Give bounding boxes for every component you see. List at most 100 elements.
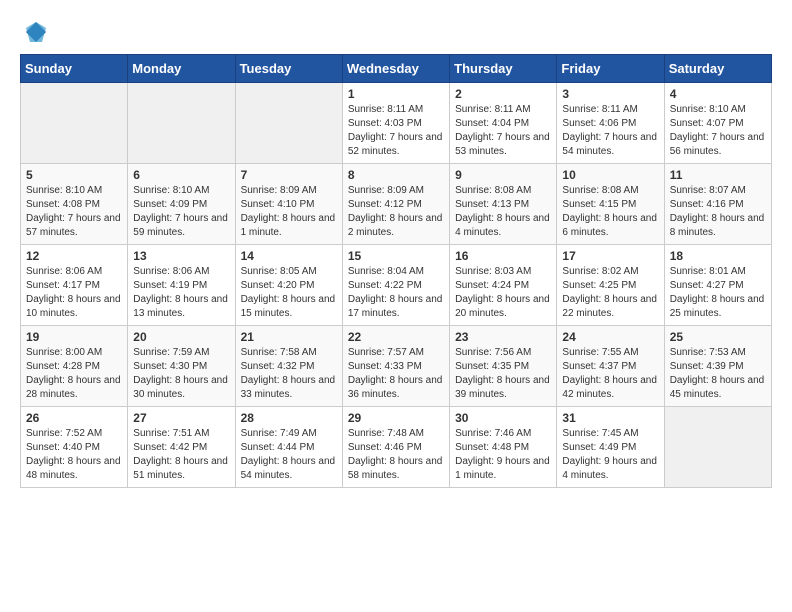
calendar-cell: 20Sunrise: 7:59 AM Sunset: 4:30 PM Dayli… — [128, 326, 235, 407]
calendar-week-row: 12 Sunrise: 8:06 AM Sunset: 4:17 PM Dayli… — [21, 245, 772, 326]
day-number: 27 — [133, 411, 229, 425]
calendar-cell: 11 Sunrise: 8:07 AM Sunset: 4:16 PM Dayli… — [664, 164, 771, 245]
day-number: 6 — [133, 168, 229, 182]
day-info: Sunrise: 8:06 AM Sunset: 4:19 PM Dayligh… — [133, 265, 229, 321]
calendar-cell: 30 Sunrise: 7:46 AM Sunset: 4:48 PM Dayli… — [450, 407, 557, 488]
day-info: Sunrise: 8:06 AM Sunset: 4:17 PM Dayligh… — [26, 265, 122, 321]
day-info: Sunrise: 8:04 AM Sunset: 4:22 PM Dayligh… — [348, 265, 444, 321]
calendar-cell: 13 Sunrise: 8:06 AM Sunset: 4:19 PM Dayli… — [128, 245, 235, 326]
day-number: 10 — [562, 168, 658, 182]
day-info: Sunrise: 8:11 AM Sunset: 4:06 PM Dayligh… — [562, 103, 658, 159]
day-number: 15 — [348, 249, 444, 263]
calendar-cell: 12 Sunrise: 8:06 AM Sunset: 4:17 PM Dayli… — [21, 245, 128, 326]
day-info: Sunrise: 7:52 AM Sunset: 4:40 PM Dayligh… — [26, 427, 122, 483]
calendar-cell — [21, 83, 128, 164]
day-info: Sunrise: 7:56 AM Sunset: 4:35 PM Dayligh… — [455, 346, 551, 402]
day-number: 29 — [348, 411, 444, 425]
calendar-header-row: SundayMondayTuesdayWednesdayThursdayFrid… — [21, 55, 772, 83]
calendar-header-sunday: Sunday — [21, 55, 128, 83]
calendar-week-row: 5Sunrise: 8:10 AM Sunset: 4:08 PM Daylig… — [21, 164, 772, 245]
calendar-cell: 26 Sunrise: 7:52 AM Sunset: 4:40 PM Dayli… — [21, 407, 128, 488]
calendar-cell: 17 Sunrise: 8:02 AM Sunset: 4:25 PM Dayli… — [557, 245, 664, 326]
day-number: 23 — [455, 330, 551, 344]
day-info: Sunrise: 7:58 AM Sunset: 4:32 PM Dayligh… — [241, 346, 337, 402]
day-number: 30 — [455, 411, 551, 425]
day-info: Sunrise: 8:02 AM Sunset: 4:25 PM Dayligh… — [562, 265, 658, 321]
day-info: Sunrise: 8:09 AM Sunset: 4:10 PM Dayligh… — [241, 184, 337, 240]
day-number: 19 — [26, 330, 122, 344]
day-info: Sunrise: 8:03 AM Sunset: 4:24 PM Dayligh… — [455, 265, 551, 321]
calendar-cell: 3 Sunrise: 8:11 AM Sunset: 4:06 PM Daylig… — [557, 83, 664, 164]
calendar-cell: 1 Sunrise: 8:11 AM Sunset: 4:03 PM Daylig… — [342, 83, 449, 164]
calendar-cell: 14 Sunrise: 8:05 AM Sunset: 4:20 PM Dayli… — [235, 245, 342, 326]
calendar-week-row: 1 Sunrise: 8:11 AM Sunset: 4:03 PM Daylig… — [21, 83, 772, 164]
calendar-cell: 5Sunrise: 8:10 AM Sunset: 4:08 PM Daylig… — [21, 164, 128, 245]
calendar-cell: 7Sunrise: 8:09 AM Sunset: 4:10 PM Daylig… — [235, 164, 342, 245]
calendar-cell: 19Sunrise: 8:00 AM Sunset: 4:28 PM Dayli… — [21, 326, 128, 407]
calendar-header-thursday: Thursday — [450, 55, 557, 83]
day-info: Sunrise: 8:07 AM Sunset: 4:16 PM Dayligh… — [670, 184, 766, 240]
day-info: Sunrise: 7:53 AM Sunset: 4:39 PM Dayligh… — [670, 346, 766, 402]
day-info: Sunrise: 8:01 AM Sunset: 4:27 PM Dayligh… — [670, 265, 766, 321]
day-number: 11 — [670, 168, 766, 182]
calendar-cell: 10 Sunrise: 8:08 AM Sunset: 4:15 PM Dayli… — [557, 164, 664, 245]
day-info: Sunrise: 8:08 AM Sunset: 4:15 PM Dayligh… — [562, 184, 658, 240]
day-number: 17 — [562, 249, 658, 263]
day-number: 18 — [670, 249, 766, 263]
day-number: 26 — [26, 411, 122, 425]
day-number: 1 — [348, 87, 444, 101]
day-info: Sunrise: 7:57 AM Sunset: 4:33 PM Dayligh… — [348, 346, 444, 402]
day-info: Sunrise: 8:11 AM Sunset: 4:03 PM Dayligh… — [348, 103, 444, 159]
day-info: Sunrise: 7:49 AM Sunset: 4:44 PM Dayligh… — [241, 427, 337, 483]
calendar-header-monday: Monday — [128, 55, 235, 83]
calendar-table: SundayMondayTuesdayWednesdayThursdayFrid… — [20, 54, 772, 488]
logo-text — [20, 20, 48, 44]
day-info: Sunrise: 7:45 AM Sunset: 4:49 PM Dayligh… — [562, 427, 658, 483]
calendar-cell: 2 Sunrise: 8:11 AM Sunset: 4:04 PM Daylig… — [450, 83, 557, 164]
day-info: Sunrise: 8:11 AM Sunset: 4:04 PM Dayligh… — [455, 103, 551, 159]
day-info: Sunrise: 7:46 AM Sunset: 4:48 PM Dayligh… — [455, 427, 551, 483]
day-info: Sunrise: 8:05 AM Sunset: 4:20 PM Dayligh… — [241, 265, 337, 321]
day-number: 13 — [133, 249, 229, 263]
day-info: Sunrise: 8:10 AM Sunset: 4:07 PM Dayligh… — [670, 103, 766, 159]
calendar-cell: 18 Sunrise: 8:01 AM Sunset: 4:27 PM Dayli… — [664, 245, 771, 326]
calendar-cell: 4Sunrise: 8:10 AM Sunset: 4:07 PM Daylig… — [664, 83, 771, 164]
day-number: 9 — [455, 168, 551, 182]
day-info: Sunrise: 7:51 AM Sunset: 4:42 PM Dayligh… — [133, 427, 229, 483]
calendar-cell: 23 Sunrise: 7:56 AM Sunset: 4:35 PM Dayli… — [450, 326, 557, 407]
calendar-cell: 31Sunrise: 7:45 AM Sunset: 4:49 PM Dayli… — [557, 407, 664, 488]
calendar-cell: 28 Sunrise: 7:49 AM Sunset: 4:44 PM Dayli… — [235, 407, 342, 488]
day-number: 22 — [348, 330, 444, 344]
calendar-cell: 29Sunrise: 7:48 AM Sunset: 4:46 PM Dayli… — [342, 407, 449, 488]
calendar-cell: 9 Sunrise: 8:08 AM Sunset: 4:13 PM Daylig… — [450, 164, 557, 245]
day-number: 24 — [562, 330, 658, 344]
logo-icon — [24, 20, 48, 44]
day-number: 3 — [562, 87, 658, 101]
calendar-cell — [128, 83, 235, 164]
day-number: 25 — [670, 330, 766, 344]
calendar-cell: 25 Sunrise: 7:53 AM Sunset: 4:39 PM Dayli… — [664, 326, 771, 407]
calendar-cell: 8Sunrise: 8:09 AM Sunset: 4:12 PM Daylig… — [342, 164, 449, 245]
calendar-cell: 6 Sunrise: 8:10 AM Sunset: 4:09 PM Daylig… — [128, 164, 235, 245]
calendar-week-row: 19Sunrise: 8:00 AM Sunset: 4:28 PM Dayli… — [21, 326, 772, 407]
calendar-cell: 16 Sunrise: 8:03 AM Sunset: 4:24 PM Dayli… — [450, 245, 557, 326]
day-number: 12 — [26, 249, 122, 263]
calendar-cell: 15 Sunrise: 8:04 AM Sunset: 4:22 PM Dayli… — [342, 245, 449, 326]
calendar-header-friday: Friday — [557, 55, 664, 83]
day-info: Sunrise: 8:10 AM Sunset: 4:09 PM Dayligh… — [133, 184, 229, 240]
day-number: 28 — [241, 411, 337, 425]
day-info: Sunrise: 8:08 AM Sunset: 4:13 PM Dayligh… — [455, 184, 551, 240]
day-info: Sunrise: 8:10 AM Sunset: 4:08 PM Dayligh… — [26, 184, 122, 240]
day-number: 16 — [455, 249, 551, 263]
calendar-week-row: 26 Sunrise: 7:52 AM Sunset: 4:40 PM Dayli… — [21, 407, 772, 488]
calendar-cell: 27 Sunrise: 7:51 AM Sunset: 4:42 PM Dayli… — [128, 407, 235, 488]
day-number: 14 — [241, 249, 337, 263]
day-number: 2 — [455, 87, 551, 101]
logo — [20, 20, 48, 44]
calendar-header-tuesday: Tuesday — [235, 55, 342, 83]
calendar-cell: 24 Sunrise: 7:55 AM Sunset: 4:37 PM Dayli… — [557, 326, 664, 407]
calendar-cell: 21Sunrise: 7:58 AM Sunset: 4:32 PM Dayli… — [235, 326, 342, 407]
day-info: Sunrise: 7:55 AM Sunset: 4:37 PM Dayligh… — [562, 346, 658, 402]
page-header — [20, 20, 772, 44]
calendar-header-wednesday: Wednesday — [342, 55, 449, 83]
